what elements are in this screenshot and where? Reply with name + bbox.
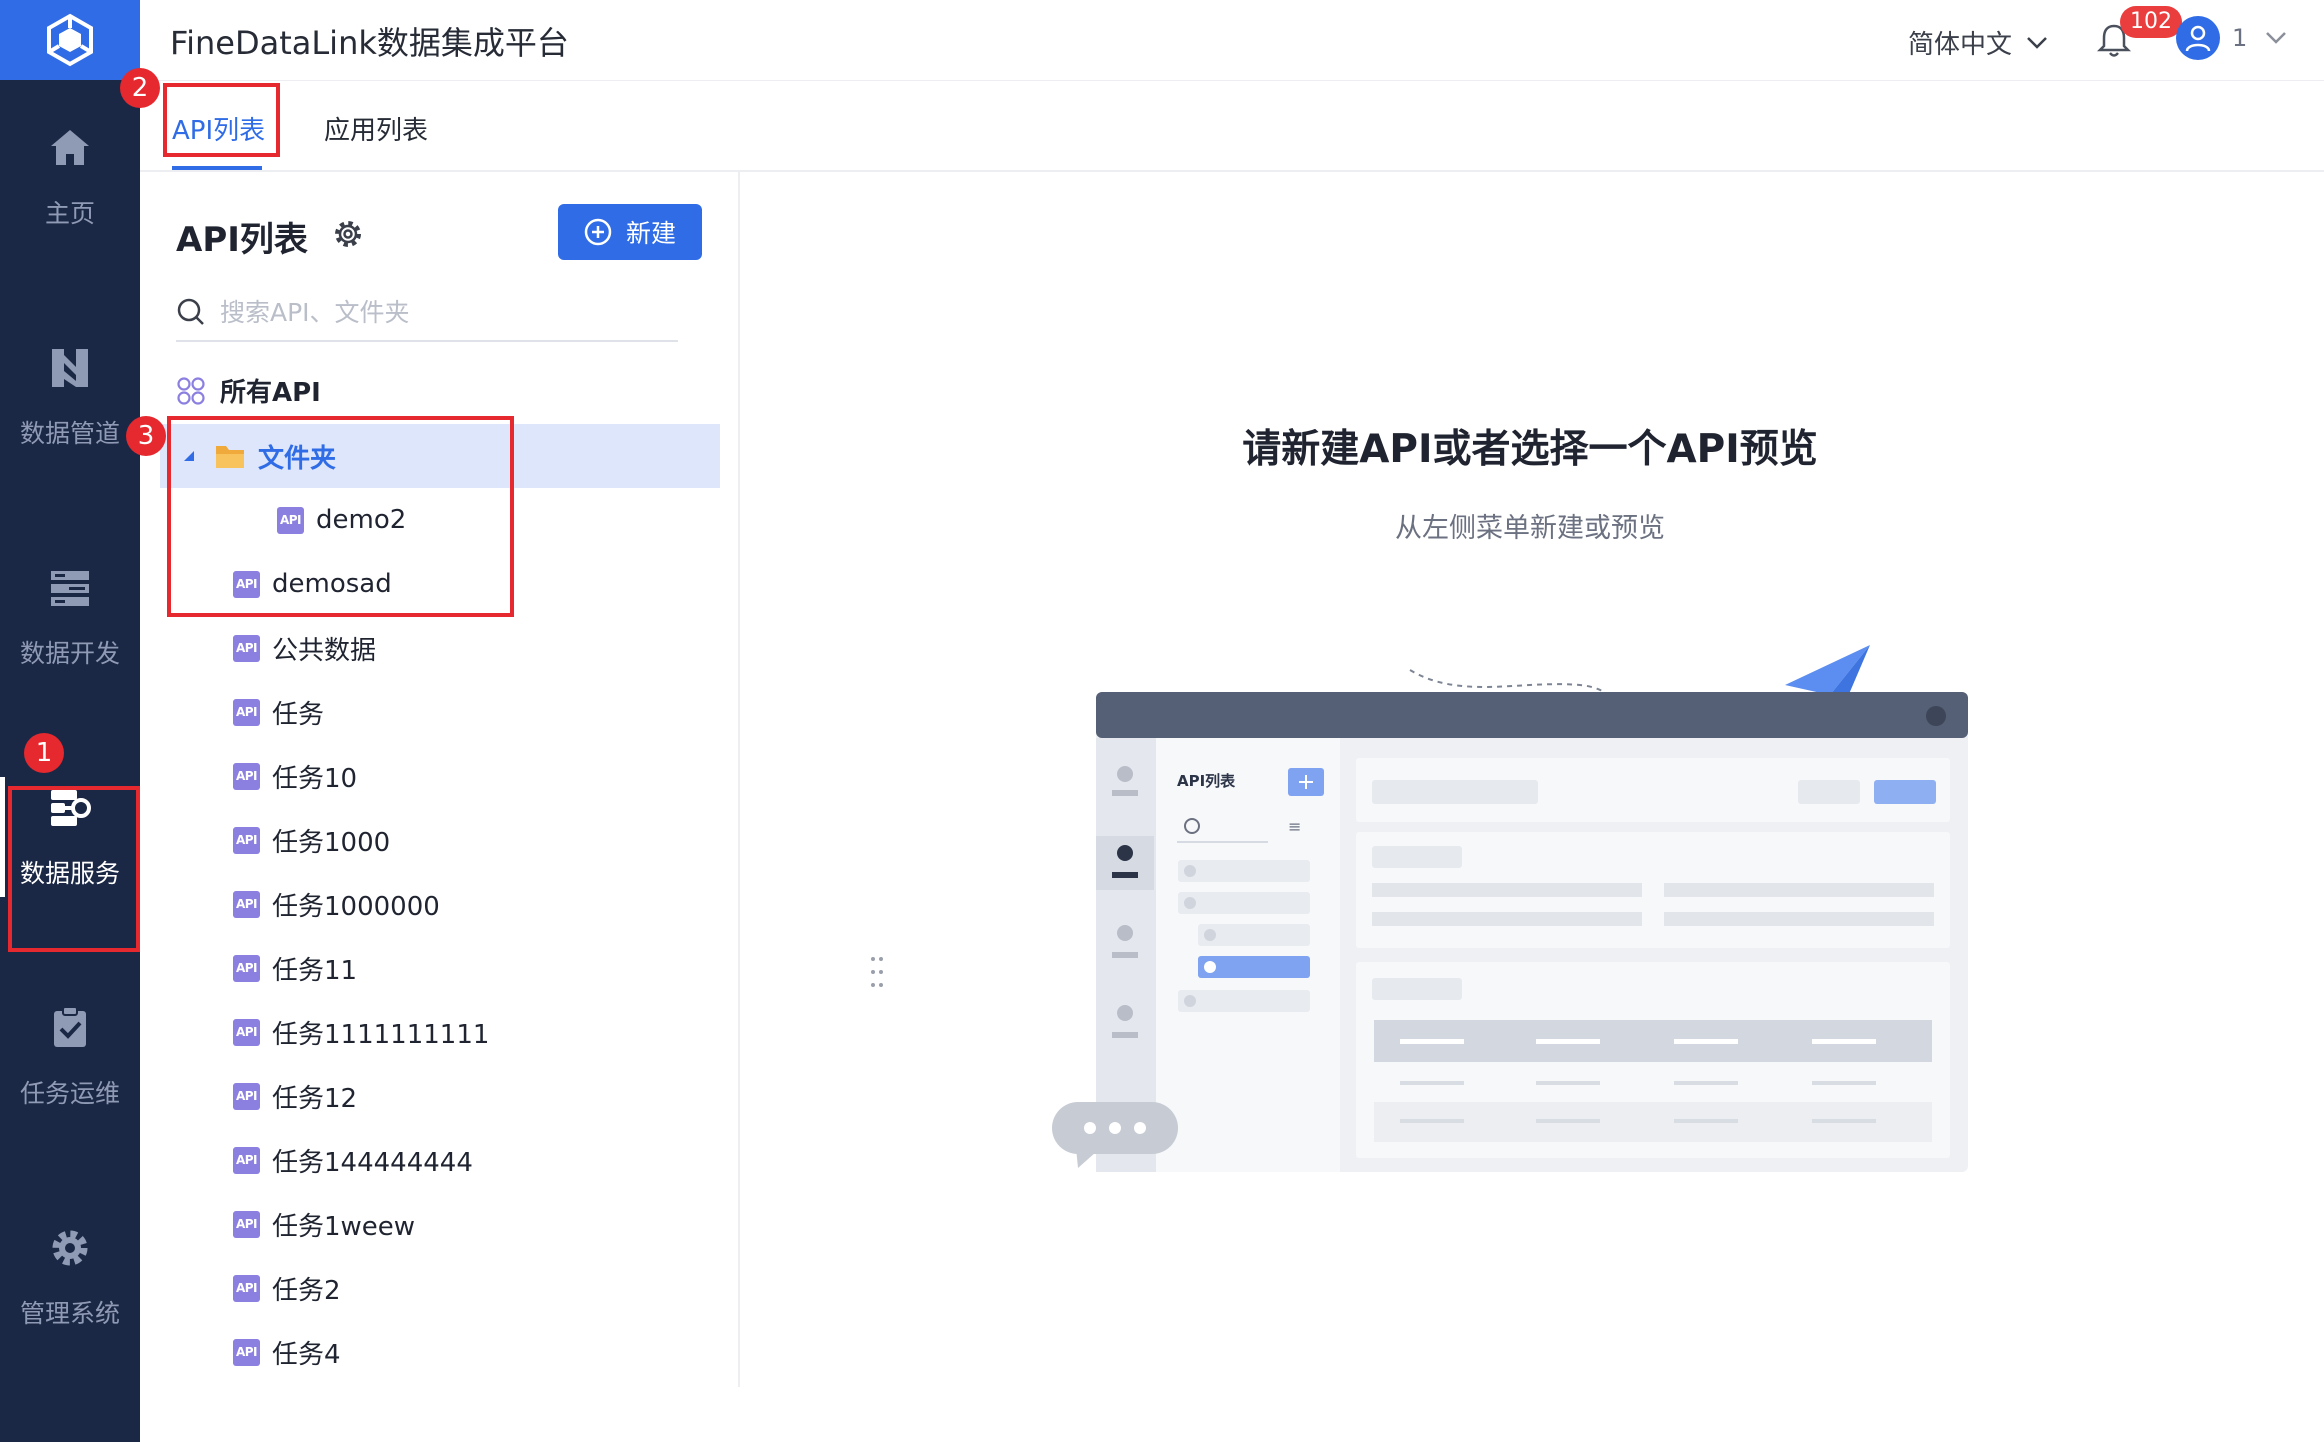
svg-text:≡: ≡ xyxy=(1288,817,1301,836)
all-api-label: 所有API xyxy=(220,378,321,408)
api-label: 任务10 xyxy=(272,763,358,794)
api-tag-icon: API xyxy=(233,826,260,854)
api-tag-icon: API xyxy=(233,698,260,726)
api-list-item[interactable]: API 任务1111111111 xyxy=(160,1000,720,1064)
avatar[interactable] xyxy=(2176,16,2220,60)
chevron-down-icon xyxy=(2027,36,2047,49)
annotation-box-tab xyxy=(163,83,280,157)
api-list-item[interactable]: API 任务11 xyxy=(160,936,720,1000)
empty-state-title: 请新建API或者选择一个API预览 xyxy=(1242,427,1818,472)
app-root: 主页 数据管道 数据开发 数据服务 任务运维 管理系统 FineDataLink… xyxy=(0,0,2324,1442)
api-tag-icon: API xyxy=(233,1210,260,1238)
new-button-label: 新建 xyxy=(625,219,676,248)
api-label: 任务4 xyxy=(272,1339,341,1370)
side-nav: 主页 数据管道 数据开发 数据服务 任务运维 管理系统 xyxy=(0,0,140,1442)
nav-label: 数据管道 xyxy=(19,419,120,448)
api-list-item[interactable]: API 任务1000 xyxy=(160,808,720,872)
chevron-down-icon xyxy=(2266,32,2287,44)
api-label: 任务12 xyxy=(272,1083,358,1114)
annotation-box-nav xyxy=(8,786,140,952)
notification-badge: 102 xyxy=(2120,6,2182,38)
api-tag-icon: API xyxy=(233,1018,260,1046)
api-tag-icon: API xyxy=(233,1338,260,1366)
language-label: 简体中文 xyxy=(1908,30,2013,60)
settings-icon[interactable] xyxy=(332,218,364,250)
nav-label: 任务运维 xyxy=(19,1079,120,1108)
user-menu[interactable]: 1 xyxy=(2232,24,2287,52)
logo-icon xyxy=(47,13,93,67)
app-logo[interactable] xyxy=(0,0,140,80)
nav-item-ops[interactable]: 任务运维 xyxy=(0,972,140,1142)
tab-bar: API列表 应用列表 xyxy=(140,80,2324,172)
api-list-item[interactable]: API 任务12 xyxy=(160,1064,720,1128)
resize-handle-icon[interactable] xyxy=(870,954,884,990)
app-title: FineDataLink数据集成平台 xyxy=(170,24,569,62)
home-icon xyxy=(46,124,94,172)
tab-active-indicator xyxy=(172,166,262,170)
api-label: 任务1000 xyxy=(272,827,391,858)
all-api-node[interactable]: 所有API xyxy=(176,372,321,409)
api-list-panel: API列表 新建 所有API 文件夹 API demo2 APIdemosadA… xyxy=(140,172,883,1387)
plus-circle-icon xyxy=(584,218,612,246)
empty-state-subtitle: 从左侧菜单新建或预览 xyxy=(1395,513,1665,544)
nav-item-dev[interactable]: 数据开发 xyxy=(0,532,140,702)
empty-state-illustration: API列表 ≡ xyxy=(1052,645,1968,1172)
api-label: 任务2 xyxy=(272,1275,341,1306)
api-tag-icon: API xyxy=(233,1082,260,1110)
user-name: 1 xyxy=(2232,24,2248,52)
annotation-number: 3 xyxy=(126,416,166,456)
api-list-item[interactable]: API 任务1weew xyxy=(160,1192,720,1256)
api-label: 任务1weew xyxy=(272,1211,416,1242)
annotation-number: 1 xyxy=(24,733,64,773)
api-list-item[interactable]: API 任务 xyxy=(160,680,720,744)
illustration-panel-title: API列表 xyxy=(1177,772,1236,790)
annotation-box-tree xyxy=(167,416,514,617)
search-input[interactable] xyxy=(220,297,660,327)
api-tag-icon: API xyxy=(233,634,260,662)
api-label: 任务144444444 xyxy=(272,1147,473,1178)
api-list-item[interactable]: API 任务144444444 xyxy=(160,1128,720,1192)
nav-label: 数据开发 xyxy=(19,639,120,668)
api-search xyxy=(176,284,678,342)
gear-icon xyxy=(46,1224,94,1272)
nav-item-admin[interactable]: 管理系统 xyxy=(0,1192,140,1362)
new-api-button[interactable]: 新建 xyxy=(558,204,702,260)
user-icon xyxy=(2185,25,2211,52)
api-tag-icon: API xyxy=(233,890,260,918)
api-list-item[interactable]: API 任务4 xyxy=(160,1320,720,1384)
api-list-item[interactable]: API 任务2 xyxy=(160,1256,720,1320)
grid-icon xyxy=(177,376,205,405)
nav-item-home[interactable]: 主页 xyxy=(0,92,140,262)
pipeline-icon xyxy=(46,344,94,392)
clipboard-check-icon xyxy=(46,1004,94,1052)
dev-icon xyxy=(46,564,94,612)
api-label: 公共数据 xyxy=(272,635,377,666)
api-list-item[interactable]: API 任务1000000 xyxy=(160,872,720,936)
nav-label: 主页 xyxy=(44,199,95,228)
top-header: FineDataLink数据集成平台 简体中文 102 1 xyxy=(140,0,2324,80)
api-label: 任务 xyxy=(272,699,325,730)
panel-title: API列表 xyxy=(176,220,308,260)
api-list-item[interactable]: API 公共数据 xyxy=(160,616,720,680)
language-selector[interactable]: 简体中文 xyxy=(1908,24,2048,61)
api-list-item[interactable]: API 任务10 xyxy=(160,744,720,808)
api-tag-icon: API xyxy=(233,1146,260,1174)
search-icon xyxy=(177,298,204,325)
nav-label: 管理系统 xyxy=(19,1299,120,1328)
api-label: 任务11 xyxy=(272,955,358,986)
api-tag-icon: API xyxy=(233,954,260,982)
api-tag-icon: API xyxy=(233,762,260,790)
api-label: 任务1000000 xyxy=(272,891,440,922)
nav-item-pipeline[interactable]: 数据管道 xyxy=(0,312,140,482)
api-label: 任务1111111111 xyxy=(272,1019,490,1050)
annotation-number: 2 xyxy=(120,68,160,108)
api-tag-icon: API xyxy=(233,1274,260,1302)
tab-app-list[interactable]: 应用列表 xyxy=(324,110,428,147)
